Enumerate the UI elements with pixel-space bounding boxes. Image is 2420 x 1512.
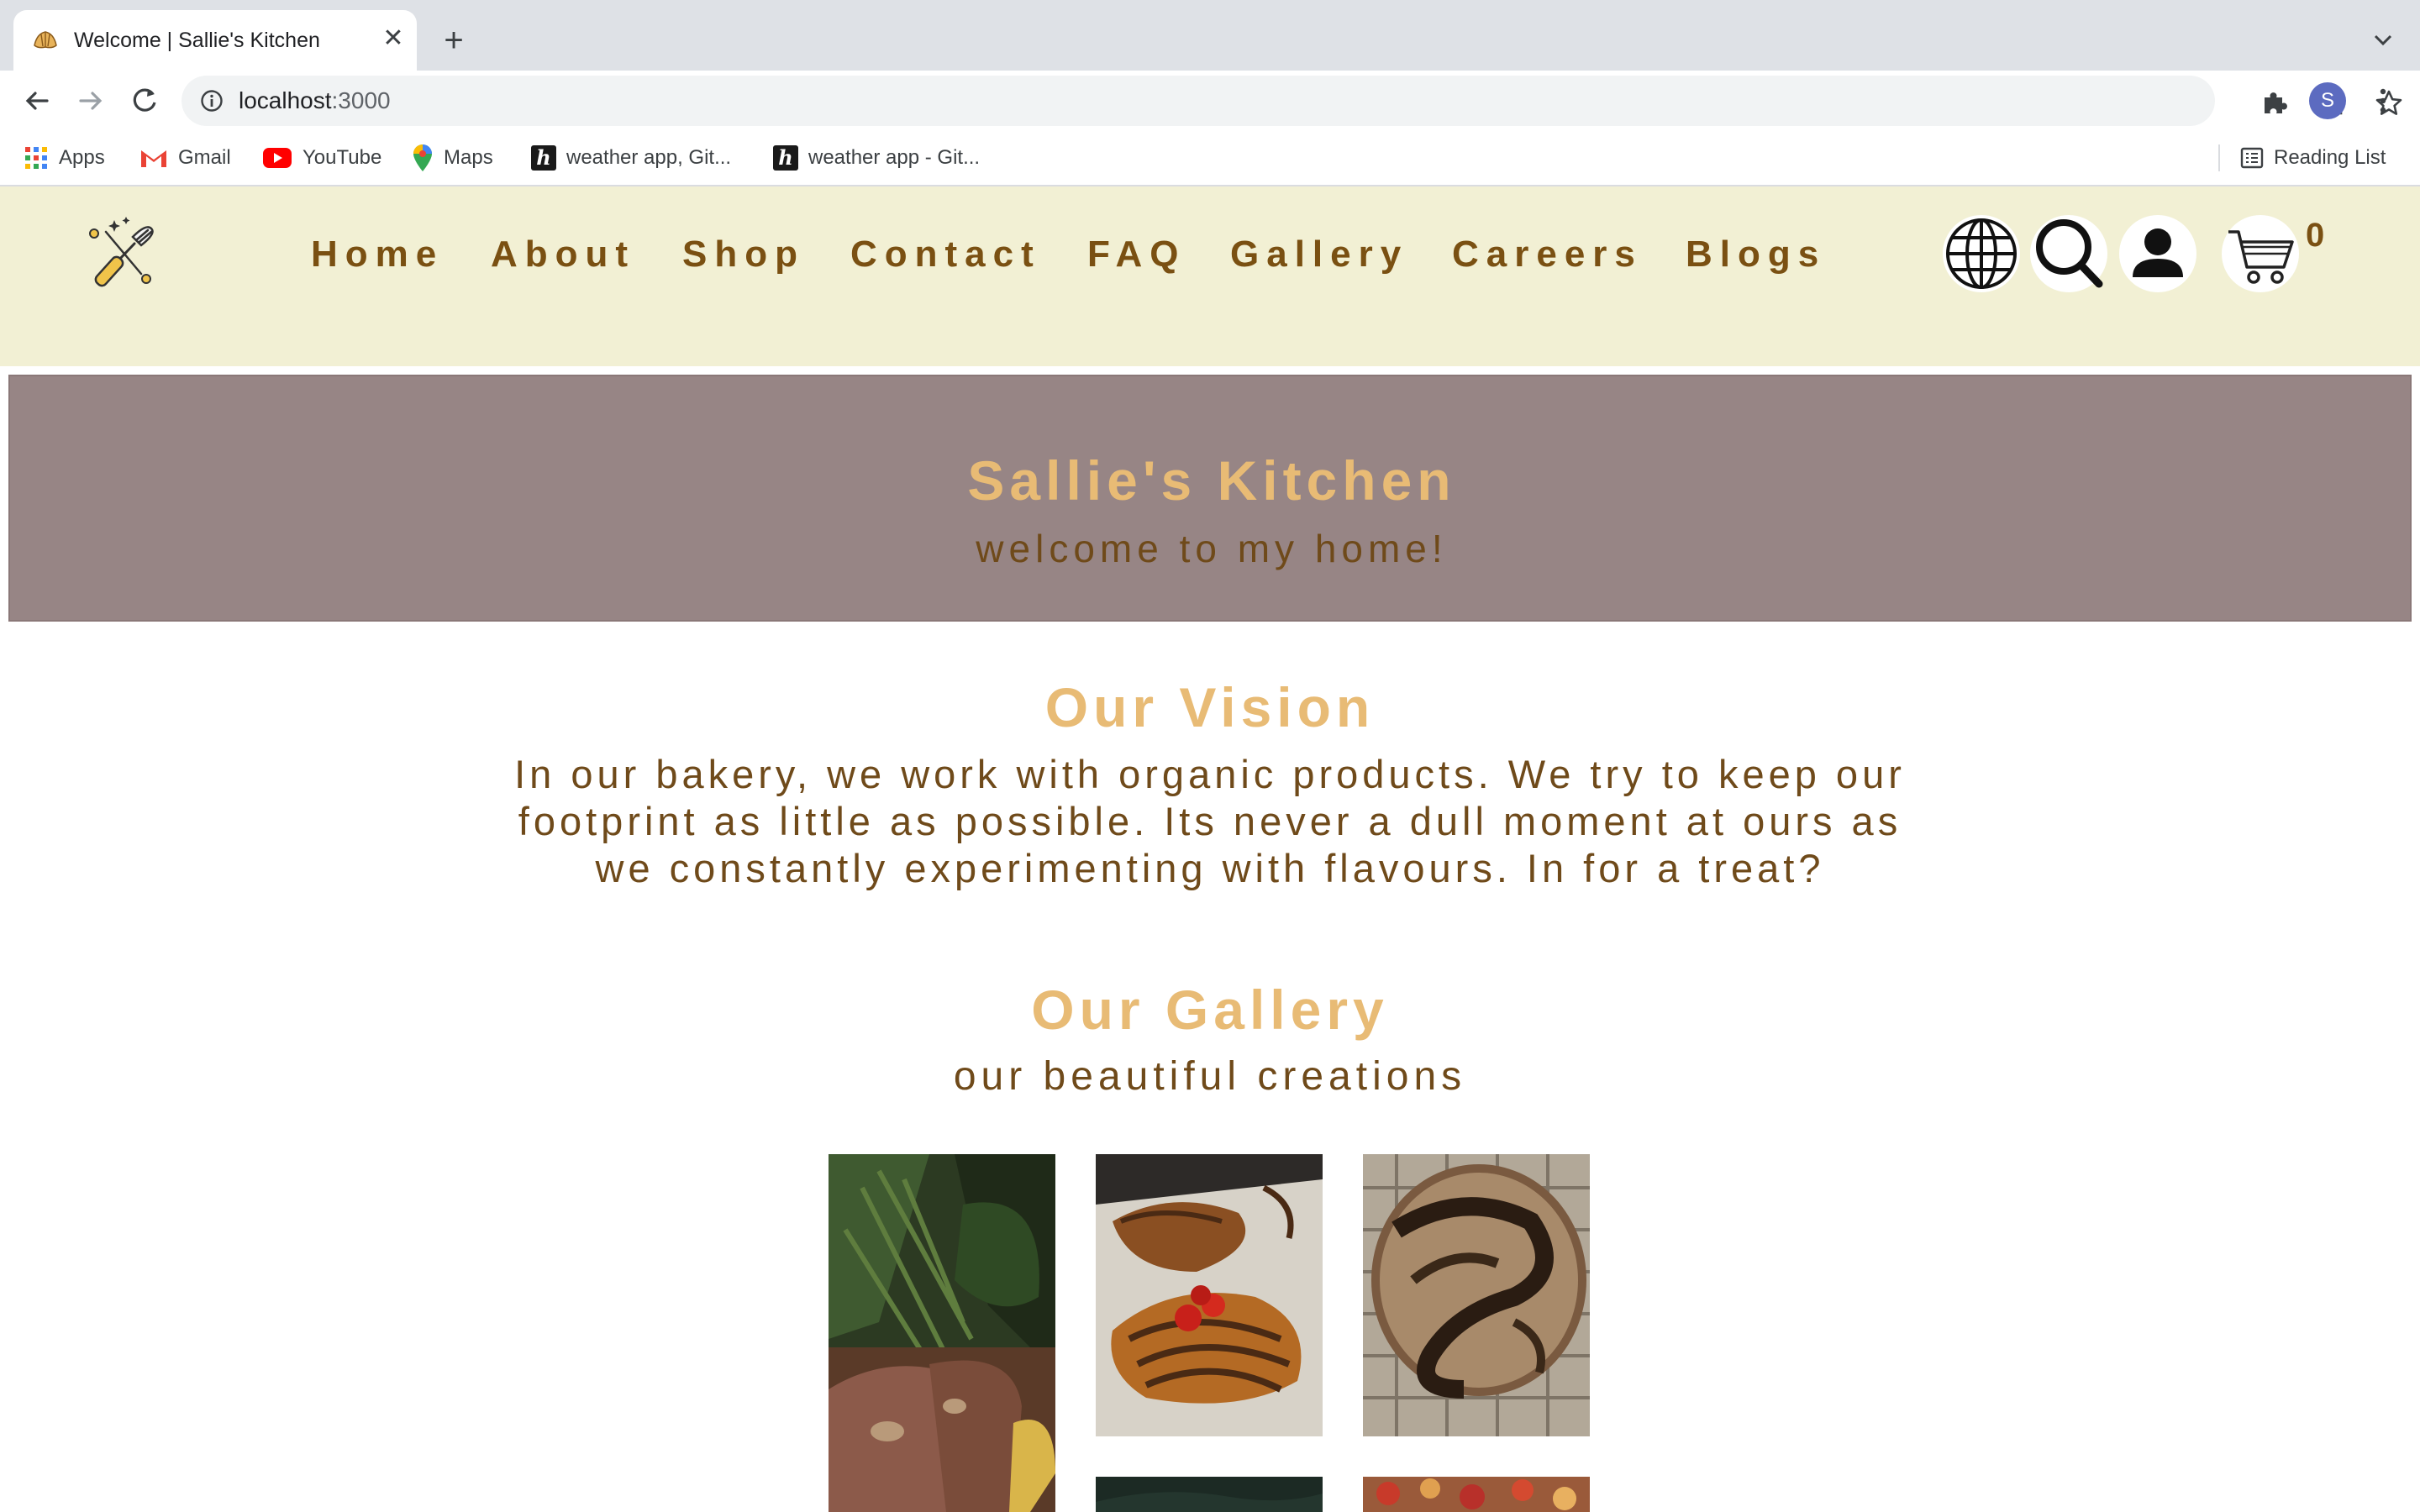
tab-title: Welcome | Sallie's Kitchen [74, 29, 320, 52]
reload-icon[interactable] [126, 82, 163, 119]
bookmark-label: weather app - Git... [808, 146, 981, 169]
account-button[interactable] [2119, 215, 2196, 292]
bookmark-label: Gmail [178, 146, 231, 169]
nav-home[interactable]: Home [311, 232, 444, 277]
url-host: localhost [239, 87, 332, 113]
new-tab-icon[interactable]: + [437, 24, 471, 57]
cart-count: 0 [2306, 217, 2325, 254]
back-arrow-icon[interactable] [18, 82, 55, 119]
bookmark-label: Maps [444, 146, 493, 169]
bookmark-maps[interactable]: Maps [412, 143, 493, 173]
chocolate-croissant-photo[interactable] [1096, 1154, 1323, 1436]
site-header: Home About Shop Contact FAQ Gallery Care… [0, 186, 2420, 366]
apps-grid-icon [25, 147, 47, 169]
nav-careers[interactable]: Careers [1452, 232, 1643, 277]
nav-faq[interactable]: FAQ [1087, 232, 1186, 277]
nav-contact[interactable]: Contact [850, 232, 1041, 277]
user-icon [2133, 228, 2183, 277]
hero-subtitle: welcome to my home! [976, 527, 1448, 570]
vision-title: Our Vision [1044, 676, 1376, 738]
address-bar[interactable]: localhost:3000 [182, 76, 2402, 126]
bookmark-label: Apps [59, 146, 105, 169]
globe-icon [1946, 218, 2017, 289]
cart-button[interactable] [2222, 215, 2299, 292]
tab-close-icon[interactable]: ✕ [378, 24, 408, 54]
maps-icon [413, 144, 432, 171]
nav-gallery[interactable]: Gallery [1230, 232, 1408, 277]
bookmarks-bar: Apps Gmail YouTube Maps h weather app, G… [0, 131, 2420, 186]
bookmark-label: YouTube [302, 146, 382, 169]
bookmark-weather-app-1[interactable]: h weather app, Git... [531, 143, 731, 173]
search-button[interactable] [2030, 215, 2107, 292]
url-text: localhost:3000 [239, 86, 391, 116]
bookmark-apps[interactable]: Apps [24, 143, 105, 173]
banana-bread-photo[interactable] [829, 1154, 1055, 1512]
browser-toolbar: localhost:3000 S [0, 71, 2420, 131]
gallery-title: Our Gallery [1031, 979, 1389, 1041]
h-icon: h [773, 145, 798, 171]
reading-list-button[interactable]: Reading List [2240, 143, 2386, 173]
bookmark-weather-app-2[interactable]: h weather app - Git... [773, 143, 980, 173]
vision-line: footprint as little as possible. Its nev… [518, 799, 1902, 843]
bookmark-gmail[interactable]: Gmail [139, 143, 231, 173]
dark-pastry-photo[interactable] [1096, 1477, 1323, 1512]
search-icon [2036, 219, 2103, 288]
vision-line: we constantly experimenting with flavour… [595, 846, 1825, 890]
extensions-puzzle-icon[interactable] [2260, 87, 2291, 118]
info-icon[interactable] [200, 89, 224, 113]
nav-about[interactable]: About [491, 232, 635, 277]
hero-title: Sallie's Kitchen [967, 449, 1456, 512]
croissant-icon [34, 31, 57, 49]
browser-menu-icon[interactable] [2368, 86, 2398, 116]
gallery-subtitle: our beautiful creations [953, 1054, 1467, 1099]
vision-line: In our bakery, we work with organic prod… [514, 752, 1906, 796]
hero-banner: Sallie's Kitchen welcome to my home! [8, 375, 2412, 622]
h-icon: h [531, 145, 556, 171]
vision-text: In our bakery, we work with organic prod… [454, 751, 1966, 892]
browser-tabstrip: Welcome | Sallie's Kitchen ✕ + [0, 0, 2420, 71]
chevron-down-icon[interactable] [2368, 25, 2398, 55]
url-port: :3000 [331, 87, 391, 113]
shopping-cart-icon [2228, 230, 2294, 284]
gmail-icon [141, 150, 166, 167]
bookmarks-divider [2218, 144, 2220, 171]
nav-blogs[interactable]: Blogs [1686, 232, 1826, 277]
reading-list-label: Reading List [2274, 146, 2386, 169]
reading-list-icon [2240, 147, 2264, 169]
bookmark-label: weather app, Git... [566, 146, 732, 169]
sourdough-loaf-photo[interactable] [1363, 1154, 1590, 1436]
nav-shop[interactable]: Shop [682, 232, 805, 277]
berry-tart-photo[interactable] [1363, 1477, 1590, 1512]
language-button[interactable] [1943, 215, 2020, 292]
whisk-rolling-pin-logo-icon[interactable] [81, 212, 161, 292]
youtube-icon [263, 148, 292, 168]
browser-tab[interactable]: Welcome | Sallie's Kitchen ✕ [13, 10, 417, 71]
forward-arrow-icon[interactable] [72, 82, 109, 119]
bookmark-youtube[interactable]: YouTube [262, 143, 381, 173]
profile-avatar[interactable]: S [2309, 82, 2346, 119]
